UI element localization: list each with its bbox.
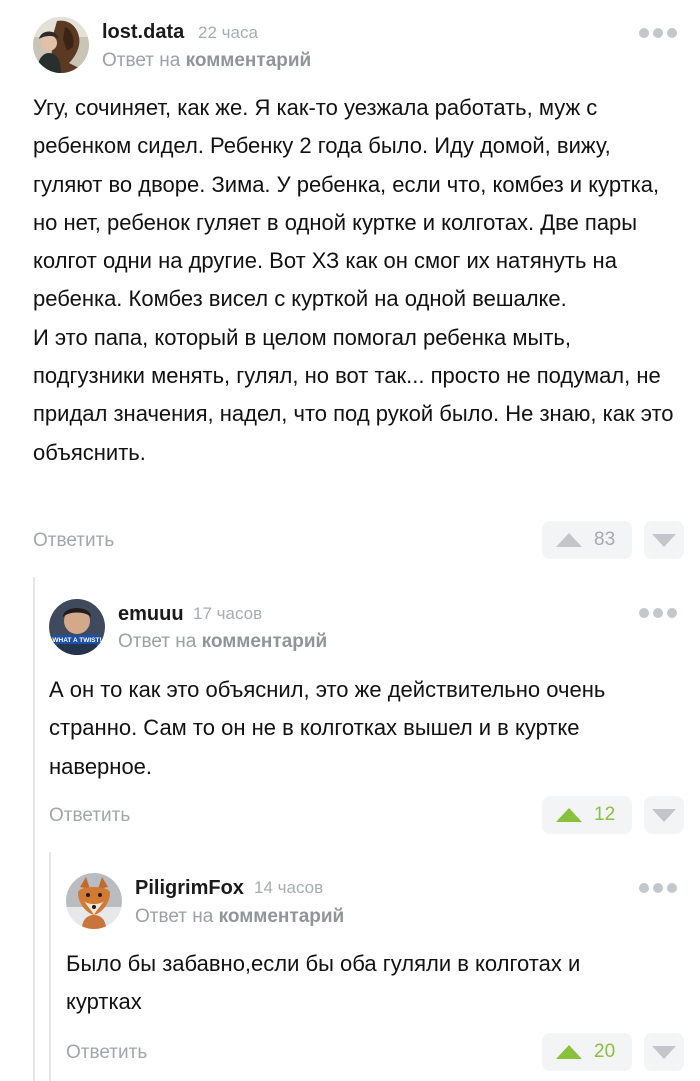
avatar[interactable] (66, 873, 122, 929)
reply-to-link[interactable]: комментарий (202, 631, 328, 652)
reply-to: Ответ на комментарий (118, 631, 327, 653)
woman-with-horse-avatar-icon (33, 17, 89, 73)
comment-time: 22 часа (198, 23, 258, 42)
rating-upvote[interactable]: 20 (542, 1033, 632, 1071)
reply-to-link[interactable]: комментарий (186, 50, 312, 71)
more-options-icon[interactable] (639, 607, 677, 619)
reply-to-prefix: Ответ на (118, 631, 197, 652)
reply-button[interactable]: Ответить (33, 530, 114, 552)
reply-to-prefix: Ответ на (135, 906, 214, 927)
rating-value: 83 (594, 529, 616, 550)
thread-line-level-1 (33, 577, 35, 1081)
more-options-icon[interactable] (639, 882, 677, 894)
downvote-button[interactable] (644, 796, 684, 834)
rating-upvote[interactable]: 83 (542, 521, 632, 559)
comment-text: Угу, сочиняет, как же. Я как-то уезжала … (33, 95, 674, 465)
avatar[interactable]: WHAT A TWIST! (49, 599, 105, 655)
upvote-arrow-icon (556, 1045, 582, 1059)
fox-avatar-icon (66, 873, 122, 929)
reply-button[interactable]: Ответить (49, 805, 130, 827)
more-options-icon[interactable] (639, 27, 677, 39)
rating-value: 12 (594, 804, 616, 825)
upvote-arrow-icon (556, 533, 582, 547)
downvote-arrow-icon (652, 808, 676, 822)
rating-value: 20 (594, 1041, 616, 1062)
downvote-arrow-icon (652, 1045, 676, 1059)
username[interactable]: PiligrimFox (135, 877, 244, 900)
reply-to-link[interactable]: комментарий (219, 906, 345, 927)
thread-line-level-2 (49, 852, 51, 1081)
reply-to: Ответ на комментарий (102, 50, 311, 72)
comment-text: А он то как это объяснил, это же действи… (49, 677, 606, 779)
downvote-arrow-icon (652, 533, 676, 547)
downvote-button[interactable] (644, 1033, 684, 1071)
avatar[interactable] (33, 17, 89, 73)
what-a-twist-meme-avatar-icon: WHAT A TWIST! (49, 599, 105, 655)
reply-button[interactable]: Ответить (66, 1042, 147, 1064)
downvote-button[interactable] (644, 521, 684, 559)
comment-time: 17 часов (193, 604, 263, 623)
reply-to: Ответ на комментарий (135, 906, 344, 928)
avatar-caption: WHAT A TWIST! (52, 637, 101, 644)
upvote-arrow-icon (556, 808, 582, 822)
comment-text: Было бы забавно,если бы оба гуляли в кол… (66, 951, 581, 1015)
username[interactable]: emuuu (118, 603, 184, 626)
comment-time: 14 часов (254, 878, 324, 897)
reply-to-prefix: Ответ на (102, 50, 181, 71)
rating-upvote[interactable]: 12 (542, 796, 632, 834)
username[interactable]: lost.data (102, 21, 184, 44)
